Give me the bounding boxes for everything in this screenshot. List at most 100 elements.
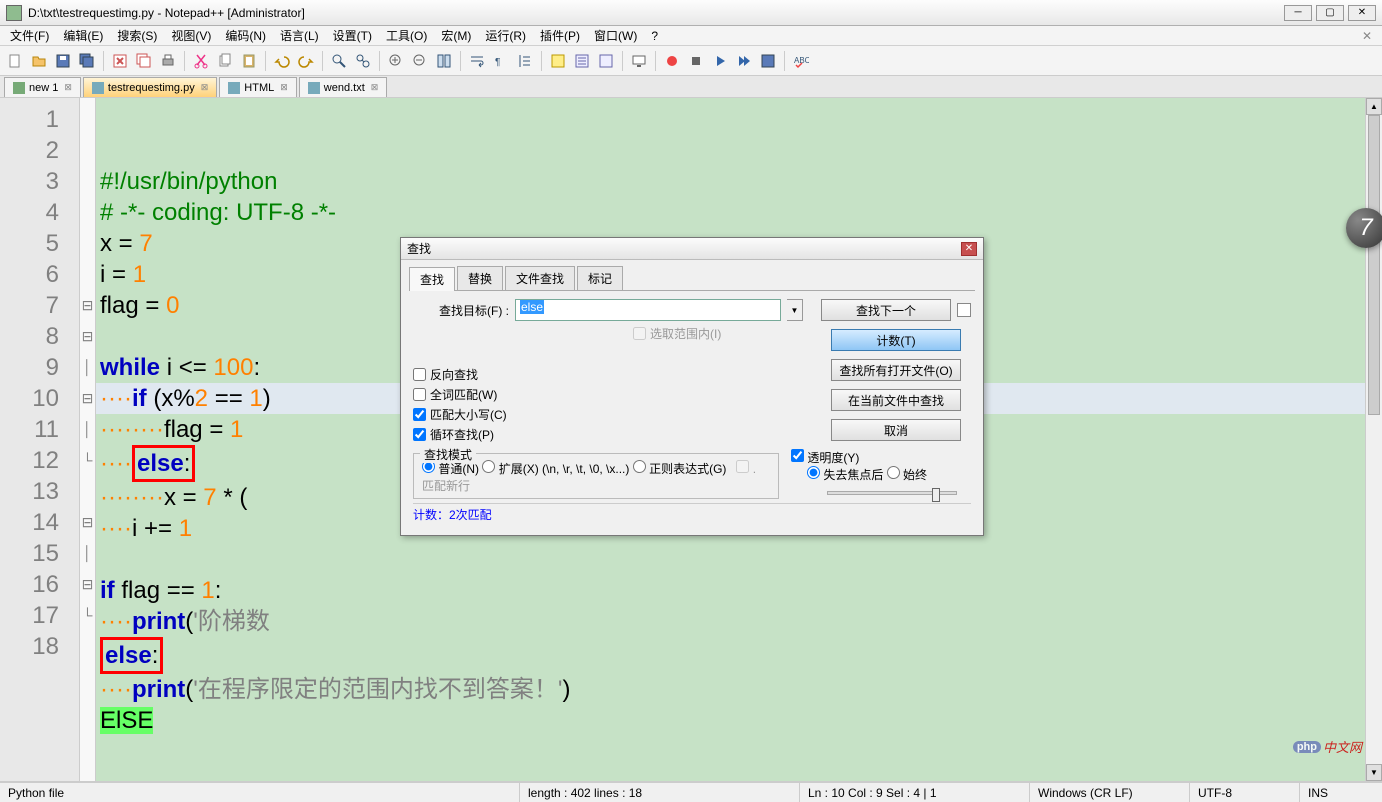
sync-scroll-icon[interactable]: [433, 50, 455, 72]
mode-extended[interactable]: 扩展(X) (\n, \r, \t, \0, \x...): [482, 462, 629, 476]
func-list-icon[interactable]: [571, 50, 593, 72]
tab-close-icon[interactable]: ⊠: [280, 82, 288, 93]
floating-badge: 7: [1346, 208, 1382, 248]
wholeword-option[interactable]: 全词匹配(W): [413, 386, 613, 403]
menu-settings[interactable]: 设置(T): [327, 25, 378, 46]
find-next-button[interactable]: 查找下一个: [821, 299, 951, 321]
close-doc-icon[interactable]: ✕: [1356, 29, 1378, 43]
record-macro-icon[interactable]: [661, 50, 683, 72]
tab-close-icon[interactable]: ⊠: [371, 82, 379, 93]
menu-macro[interactable]: 宏(M): [435, 25, 477, 46]
menu-help[interactable]: ?: [645, 27, 664, 45]
new-file-icon[interactable]: [4, 50, 26, 72]
status-eol[interactable]: Windows (CR LF): [1030, 783, 1190, 802]
wordwrap-icon[interactable]: [466, 50, 488, 72]
transparency-enable[interactable]: 透明度(Y): [791, 451, 859, 465]
play-multi-icon[interactable]: [733, 50, 755, 72]
replace-icon[interactable]: [352, 50, 374, 72]
maximize-button[interactable]: ▢: [1316, 5, 1344, 21]
find-all-open-button[interactable]: 查找所有打开文件(O): [831, 359, 961, 381]
play-macro-icon[interactable]: [709, 50, 731, 72]
dialog-tab-findfiles[interactable]: 文件查找: [505, 266, 575, 290]
folder-panel-icon[interactable]: [595, 50, 617, 72]
menu-encoding[interactable]: 编码(N): [219, 25, 272, 46]
in-range-checkbox: [633, 327, 646, 340]
menu-language[interactable]: 语言(L): [274, 25, 325, 46]
zoom-in-icon[interactable]: [385, 50, 407, 72]
dialog-tab-replace[interactable]: 替换: [457, 266, 503, 290]
menu-plugins[interactable]: 插件(P): [534, 25, 586, 46]
save-all-icon[interactable]: [76, 50, 98, 72]
scroll-down-icon[interactable]: ▼: [1366, 764, 1382, 781]
scroll-up-icon[interactable]: ▲: [1366, 98, 1382, 115]
transparency-slider[interactable]: [827, 491, 957, 495]
status-overwrite[interactable]: INS: [1300, 783, 1382, 802]
save-macro-icon[interactable]: [757, 50, 779, 72]
menu-file[interactable]: 文件(F): [4, 25, 55, 46]
find-dropdown-icon[interactable]: ▼: [787, 299, 803, 321]
file-tab[interactable]: testrequestimg.py⊠: [83, 77, 217, 97]
paste-icon[interactable]: [238, 50, 260, 72]
cancel-button[interactable]: 取消: [831, 419, 961, 441]
close-file-icon[interactable]: [109, 50, 131, 72]
save-icon[interactable]: [52, 50, 74, 72]
menu-view[interactable]: 视图(V): [165, 25, 217, 46]
open-file-icon[interactable]: [28, 50, 50, 72]
status-encoding[interactable]: UTF-8: [1190, 783, 1300, 802]
fold-column[interactable]: ⊟⊟│⊟│└⊟│⊟└: [80, 98, 96, 781]
dialog-tab-find[interactable]: 查找: [409, 267, 455, 291]
svg-text:¶: ¶: [495, 57, 500, 68]
app-icon: [6, 5, 22, 21]
file-tab-label: wend.txt: [324, 82, 365, 94]
copy-icon[interactable]: [214, 50, 236, 72]
redo-icon[interactable]: [295, 50, 317, 72]
dialog-tab-mark[interactable]: 标记: [577, 266, 623, 290]
watermark: php中文网: [1293, 737, 1362, 756]
undo-icon[interactable]: [271, 50, 293, 72]
backward-option[interactable]: 反向查找: [413, 366, 613, 383]
file-tab-bar: new 1 ⊠ testrequestimg.py⊠ HTML ⊠ wend.txt…: [0, 76, 1382, 98]
menu-tools[interactable]: 工具(O): [380, 25, 433, 46]
zoom-out-icon[interactable]: [409, 50, 431, 72]
transparency-onlose[interactable]: 失去焦点后: [807, 468, 883, 482]
find-all-current-button[interactable]: 在当前文件中查找: [831, 389, 961, 411]
search-mode-legend: 查找模式: [420, 446, 476, 463]
print-icon[interactable]: [157, 50, 179, 72]
status-bar: Python file length : 402 lines : 18 Ln :…: [0, 782, 1382, 802]
file-tab-label: HTML: [244, 82, 274, 94]
stop-macro-icon[interactable]: [685, 50, 707, 72]
close-all-icon[interactable]: [133, 50, 155, 72]
find-next-aux-checkbox[interactable]: [957, 303, 971, 317]
tab-close-icon[interactable]: ⊠: [64, 82, 72, 93]
spellcheck-icon[interactable]: ABC: [790, 50, 812, 72]
close-button[interactable]: ✕: [1348, 5, 1376, 21]
dialog-titlebar[interactable]: 查找 ✕: [401, 238, 983, 260]
minimize-button[interactable]: ─: [1284, 5, 1312, 21]
menu-edit[interactable]: 编辑(E): [57, 25, 109, 46]
indent-guide-icon[interactable]: [514, 50, 536, 72]
file-tab[interactable]: HTML ⊠: [219, 77, 297, 97]
scroll-thumb[interactable]: [1368, 115, 1380, 415]
transparency-always[interactable]: 始终: [887, 468, 927, 482]
all-chars-icon[interactable]: ¶: [490, 50, 512, 72]
menu-run[interactable]: 运行(R): [479, 25, 532, 46]
monitor-icon[interactable]: [628, 50, 650, 72]
file-tab-label: new 1: [29, 82, 58, 94]
wrap-option[interactable]: 循环查找(P): [413, 426, 613, 443]
file-tab[interactable]: wend.txt ⊠: [299, 77, 388, 97]
find-icon[interactable]: [328, 50, 350, 72]
menu-window[interactable]: 窗口(W): [588, 25, 643, 46]
tab-close-icon[interactable]: ⊠: [201, 82, 209, 93]
vertical-scrollbar[interactable]: ▲ ▼: [1365, 98, 1382, 781]
file-tab[interactable]: new 1 ⊠: [4, 77, 81, 97]
find-input[interactable]: else: [515, 299, 781, 321]
status-filetype: Python file: [0, 783, 520, 802]
dialog-close-button[interactable]: ✕: [961, 242, 977, 256]
file-icon: [13, 82, 25, 94]
cut-icon[interactable]: [190, 50, 212, 72]
matchcase-option[interactable]: 匹配大小写(C): [413, 406, 613, 423]
mode-normal[interactable]: 普通(N): [422, 462, 479, 476]
menu-search[interactable]: 搜索(S): [111, 25, 163, 46]
doc-map-icon[interactable]: [547, 50, 569, 72]
count-button[interactable]: 计数(T): [831, 329, 961, 351]
